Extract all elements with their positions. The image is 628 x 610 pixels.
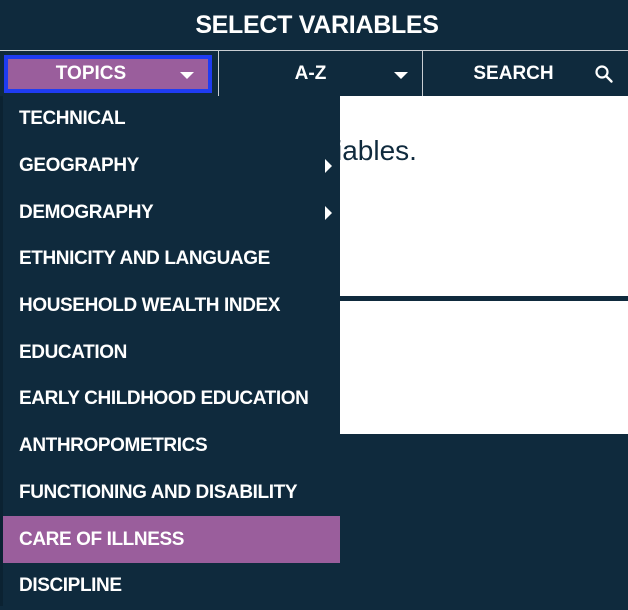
tab-search[interactable]: SEARCH <box>423 51 628 97</box>
tab-a-z-label: A-Z <box>294 63 327 84</box>
menu-item-label: ETHNICITY AND LANGUAGE <box>19 248 270 270</box>
menu-item-ethnicity-and-language[interactable]: ETHNICITY AND LANGUAGE <box>3 236 340 283</box>
menu-item-education[interactable]: EDUCATION <box>3 329 340 376</box>
menu-item-anthropometrics[interactable]: ANTHROPOMETRICS <box>3 423 340 470</box>
content-text-fragment: iables. <box>336 135 417 166</box>
menu-item-technical[interactable]: TECHNICAL <box>3 96 340 143</box>
select-variables-panel: SELECT VARIABLES TOPICS A-Z SEARCH iable… <box>0 0 628 606</box>
page-title: SELECT VARIABLES <box>195 10 439 39</box>
tab-a-z[interactable]: A-Z <box>218 51 423 97</box>
menu-item-early-childhood-education[interactable]: EARLY CHILDHOOD EDUCATION <box>3 376 340 423</box>
chevron-right-icon <box>325 159 332 174</box>
caret-down-icon <box>394 72 408 79</box>
menu-item-label: DEMOGRAPHY <box>19 201 154 223</box>
chevron-right-icon <box>325 205 332 220</box>
menu-item-household-wealth-index[interactable]: HOUSEHOLD WEALTH INDEX <box>3 283 340 330</box>
menu-item-discipline[interactable]: DISCIPLINE <box>3 563 340 610</box>
search-icon <box>595 65 613 83</box>
menu-item-functioning-and-disability[interactable]: FUNCTIONING AND DISABILITY <box>3 470 340 517</box>
title-bar: SELECT VARIABLES <box>0 0 628 50</box>
menu-item-label: EDUCATION <box>19 341 127 363</box>
tab-topics-focus[interactable]: TOPICS <box>4 55 212 93</box>
menu-item-label: DISCIPLINE <box>19 575 122 597</box>
menu-item-label: ANTHROPOMETRICS <box>19 435 208 457</box>
tab-topics-label: TOPICS <box>55 63 127 84</box>
tab-topics[interactable]: TOPICS <box>0 51 218 97</box>
menu-item-label: HOUSEHOLD WEALTH INDEX <box>19 295 281 317</box>
caret-down-icon <box>180 72 194 79</box>
menu-item-label: FUNCTIONING AND DISABILITY <box>19 481 298 503</box>
menu-item-demography[interactable]: DEMOGRAPHY <box>3 189 340 236</box>
tab-bar: TOPICS A-Z SEARCH <box>0 50 628 97</box>
menu-item-label: CARE OF ILLNESS <box>19 528 185 550</box>
topics-dropdown-menu: TECHNICAL GEOGRAPHY DEMOGRAPHY ETHNICITY… <box>0 96 340 606</box>
tab-search-label: SEARCH <box>473 63 554 84</box>
menu-item-label: TECHNICAL <box>19 108 126 130</box>
menu-item-care-of-illness[interactable]: CARE OF ILLNESS <box>3 516 340 563</box>
menu-item-label: GEOGRAPHY <box>19 155 139 177</box>
menu-item-label: EARLY CHILDHOOD EDUCATION <box>19 388 309 410</box>
menu-item-geography[interactable]: GEOGRAPHY <box>3 143 340 190</box>
